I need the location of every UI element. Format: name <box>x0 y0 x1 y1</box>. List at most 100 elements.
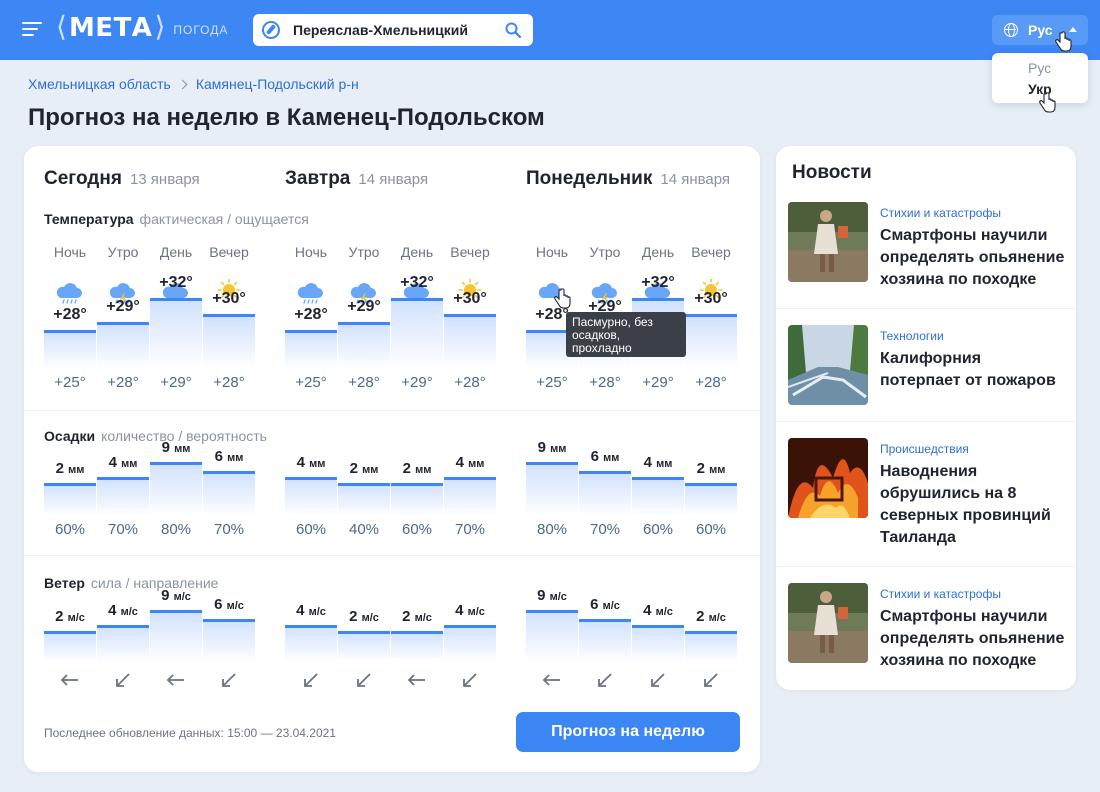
menu-icon[interactable] <box>22 22 42 36</box>
precipitation-probability: 70% <box>107 521 139 538</box>
breadcrumb-district[interactable]: Камянец-Подольский р-н <box>196 76 359 92</box>
precipitation-value: 4 мм <box>296 454 326 471</box>
feels-like-value: +28° <box>348 374 380 391</box>
news-panel: Новости Стихии и катастрофы Смартфоны нау… <box>776 146 1076 690</box>
wind-speed-value: 2 м/с <box>55 608 85 625</box>
arrow-west-icon <box>391 670 443 690</box>
news-title: Новости <box>792 162 872 183</box>
arrow-southwest-icon <box>203 670 255 690</box>
wind-speed-value: 2 м/с <box>696 608 726 625</box>
pointer-cursor-icon <box>1039 92 1056 113</box>
feels-like-value: +28° <box>589 374 621 391</box>
precipitation-probability: 80% <box>536 521 568 538</box>
day-header: Завтра 14 января <box>285 168 428 190</box>
temperature-bar <box>444 314 496 368</box>
temperature-value: +28° <box>294 306 328 323</box>
news-item[interactable]: Технологии Калифорния потерпает от пожаро… <box>776 325 1076 425</box>
temperature-sublabel: фактическая / ощущается <box>139 211 309 227</box>
precipitation-value: 2 мм <box>55 460 85 477</box>
wind-speed-value: 6 м/с <box>214 596 244 613</box>
temperature-label: Температура фактическая / ощущается <box>44 211 309 227</box>
compass-icon[interactable] <box>262 21 280 39</box>
news-category[interactable]: Стихии и катастрофы <box>880 206 1001 220</box>
precipitation-value: 6 мм <box>590 448 620 465</box>
logo-name: МЕТА <box>68 13 153 43</box>
feels-like-value: +28° <box>107 374 139 391</box>
wind-bar <box>526 610 578 662</box>
wind-speed-value: 6 м/с <box>590 596 620 613</box>
wind-speed-value: 4 м/с <box>296 602 326 619</box>
language-current: Рус <box>1028 22 1053 38</box>
wind-bar <box>44 631 96 662</box>
divider <box>24 410 760 411</box>
language-option-rus[interactable]: Рус <box>1028 60 1051 76</box>
pointer-cursor-icon <box>1055 31 1072 52</box>
temperature-bar <box>391 298 443 368</box>
wind-speed-value: 9 м/с <box>537 587 567 604</box>
news-category[interactable]: Происшедствия <box>880 442 969 456</box>
divider <box>776 421 1076 422</box>
arrow-southwest-icon <box>338 670 390 690</box>
weather-tooltip: Пасмурно, без осадков, прохладно <box>566 312 686 357</box>
rain-cloud-icon <box>285 276 337 304</box>
feels-like-value: +25° <box>295 374 327 391</box>
day-part-label: Вечер <box>450 244 490 260</box>
last-updated: Последнее обновление данных: 15:00 — 23.… <box>44 726 336 740</box>
breadcrumb-region[interactable]: Хмельницкая область <box>28 76 171 92</box>
news-thumbnail <box>788 325 868 405</box>
arrow-southwest-icon <box>685 670 737 690</box>
search-input[interactable] <box>293 20 493 40</box>
top-bar: ⟨ МЕТА ⟩ ПОГОДА Рус <box>0 0 1100 60</box>
day-part-label: День <box>641 244 675 260</box>
news-item[interactable]: Стихии и катастрофы Смартфоны научили опр… <box>776 202 1076 302</box>
language-selector[interactable]: Рус <box>992 15 1088 45</box>
wind-bar <box>391 631 443 662</box>
temperature-value: +32° <box>159 274 193 291</box>
news-item[interactable]: Происшедствия Наводнения обрушились на 8 … <box>776 438 1076 546</box>
day-part-label: Вечер <box>209 244 249 260</box>
feels-like-value: +29° <box>401 374 433 391</box>
day-name: Понедельник <box>526 168 653 189</box>
precipitation-value: 9 мм <box>537 439 567 456</box>
day-name: Завтра <box>285 168 351 189</box>
news-headline[interactable]: Наводнения обрушились на 8 северных пров… <box>880 461 1066 549</box>
precipitation-bar <box>150 462 202 516</box>
news-category[interactable]: Технологии <box>880 329 944 343</box>
arrow-southwest-icon <box>579 670 631 690</box>
wind-bar <box>632 625 684 662</box>
precipitation-probability: 60% <box>695 521 727 538</box>
wind-bar <box>150 610 202 662</box>
feels-like-value: +29° <box>160 374 192 391</box>
day-part-label: Вечер <box>691 244 731 260</box>
divider <box>776 566 1076 567</box>
news-headline[interactable]: Смартфоны научили определять опьянение х… <box>880 606 1066 672</box>
feels-like-value: +28° <box>695 374 727 391</box>
precipitation-probability: 80% <box>160 521 192 538</box>
precipitation-probability: 60% <box>295 521 327 538</box>
feels-like-value: +25° <box>536 374 568 391</box>
news-item[interactable]: Стихии и катастрофы Смартфоны научили опр… <box>776 583 1076 683</box>
precipitation-probability: 40% <box>348 521 380 538</box>
temperature-value: +30° <box>694 290 728 307</box>
temperature-bar <box>203 314 255 368</box>
search-icon[interactable] <box>505 22 521 38</box>
precipitation-bar <box>97 477 149 516</box>
day-part-label: Ночь <box>294 244 328 260</box>
wind-bar <box>97 625 149 662</box>
precipitation-value: 6 мм <box>214 448 244 465</box>
precipitation-bar <box>685 483 737 516</box>
news-thumbnail <box>788 202 868 282</box>
news-headline[interactable]: Калифорния потерпает от пожаров <box>880 348 1066 392</box>
wind-speed-value: 4 м/с <box>108 602 138 619</box>
logo[interactable]: ⟨ МЕТА ⟩ ПОГОДА <box>56 11 228 44</box>
divider <box>24 555 760 556</box>
news-headline[interactable]: Смартфоны научили определять опьянение х… <box>880 225 1066 291</box>
feels-like-value: +28° <box>454 374 486 391</box>
temperature-value: +28° <box>53 306 87 323</box>
day-date: 14 января <box>358 171 429 188</box>
precipitation-value: 4 мм <box>108 454 138 471</box>
week-forecast-button[interactable]: Прогноз на неделю <box>516 712 740 752</box>
arrow-west-icon <box>526 670 578 690</box>
news-category[interactable]: Стихии и катастрофы <box>880 587 1001 601</box>
chevron-right-icon <box>177 79 188 89</box>
